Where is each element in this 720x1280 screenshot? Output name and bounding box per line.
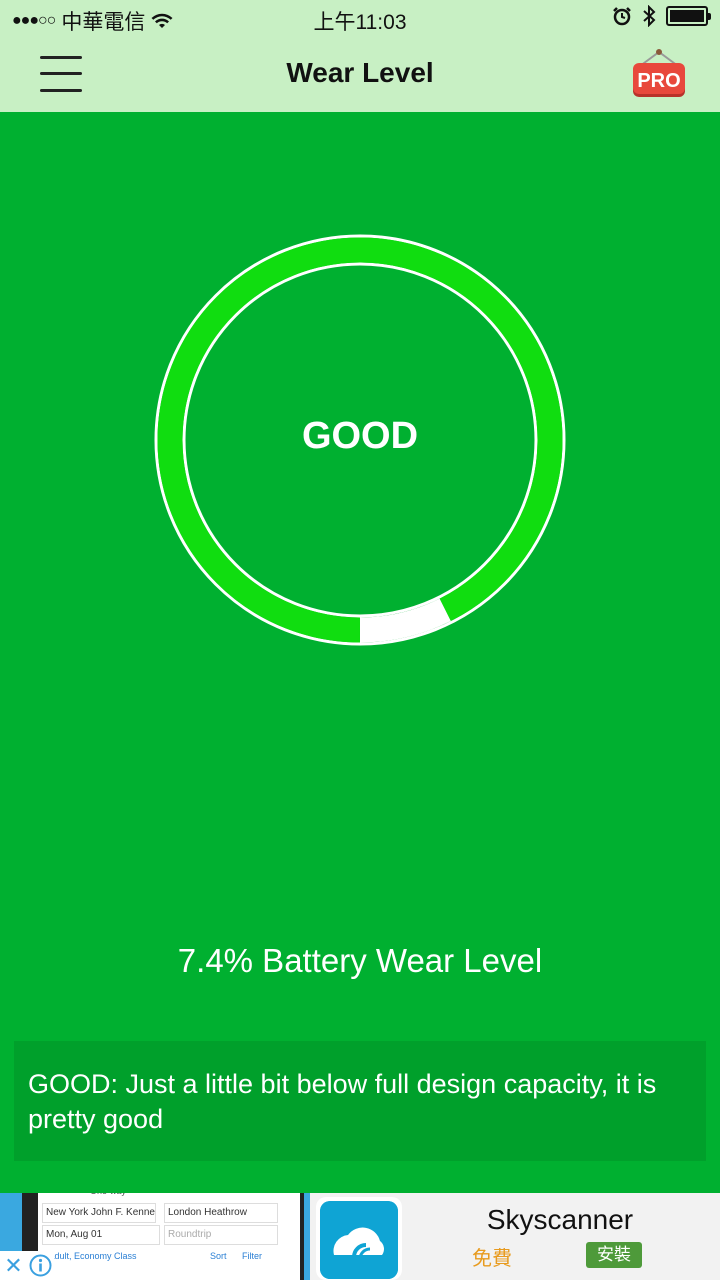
status-bar: ●●●○○ 中華電信 上午11:03 <box>0 0 720 36</box>
ad-sort: Sort <box>210 1251 227 1261</box>
gauge-wear-segment <box>360 598 451 643</box>
status-description-text: GOOD: Just a little bit below full desig… <box>28 1069 657 1134</box>
status-description-box: GOOD: Just a little bit below full desig… <box>14 1041 706 1161</box>
nav-bar: Wear Level PRO <box>0 36 720 112</box>
ad-return-field: Roundtrip <box>164 1225 278 1245</box>
ad-filter: Filter <box>242 1251 262 1261</box>
bluetooth-icon <box>643 5 656 27</box>
ad-to-field: London Heathrow <box>164 1203 278 1223</box>
ad-passengers: 1 adult, Economy Class <box>42 1251 137 1261</box>
ad-install-button[interactable]: 安裝 <box>586 1242 642 1268</box>
ad-date-field: Mon, Aug 01 <box>42 1225 160 1245</box>
skyscanner-logo-icon <box>320 1201 398 1279</box>
page-title: Wear Level <box>286 57 434 88</box>
ad-app-name: Skyscanner <box>486 1204 634 1235</box>
wear-level-caption: 7.4% Battery Wear Level <box>177 942 543 979</box>
status-right <box>612 5 711 27</box>
ad-from-field: New York John F. Kenne... <box>42 1203 156 1223</box>
ad-banner[interactable]: One-way New York John F. Kenne... London… <box>0 1193 720 1280</box>
ad-phone-mockup: One-way New York John F. Kenne... London… <box>22 1193 304 1280</box>
battery-icon <box>666 6 711 26</box>
skyscanner-logo <box>316 1197 402 1280</box>
ad-price-label: 免費 <box>472 1246 512 1270</box>
pro-label: PRO <box>637 70 680 92</box>
alarm-icon <box>613 7 631 26</box>
ad-trip-type: One-way <box>90 1193 126 1196</box>
pro-badge-button[interactable]: PRO <box>630 46 688 102</box>
ad-close-icon[interactable]: ✕ <box>0 1251 27 1280</box>
ad-info-icon[interactable] <box>27 1251 54 1280</box>
gauge-status-label: GOOD <box>301 415 419 457</box>
